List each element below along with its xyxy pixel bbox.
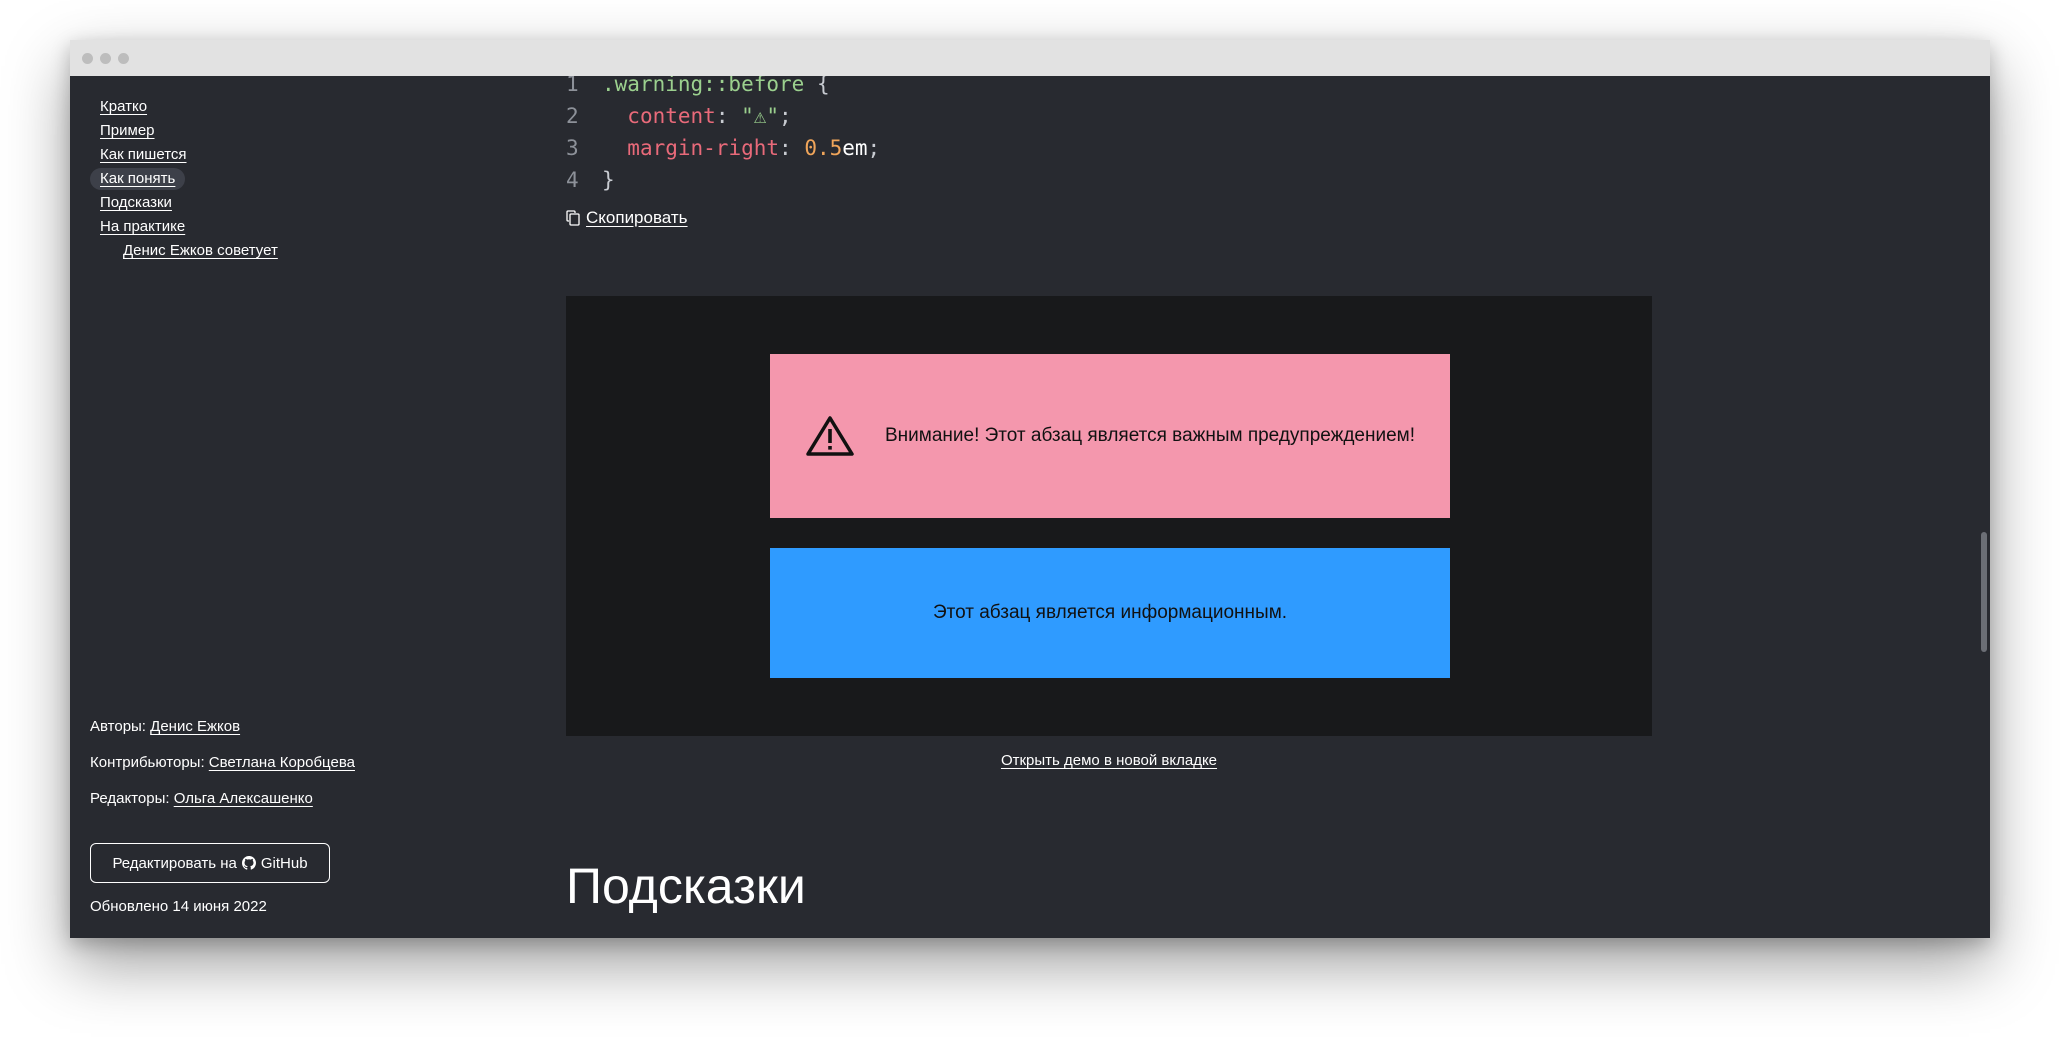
- code-property: content: [627, 104, 716, 128]
- code-brace: {: [804, 76, 830, 96]
- scrollbar-thumb[interactable]: [1981, 532, 1987, 652]
- window-minimize-dot[interactable]: [100, 53, 111, 64]
- code-semicolon: ;: [867, 136, 881, 160]
- browser-window: Кратко Пример Как пишется Как понять Под…: [70, 40, 1990, 938]
- updated-date: Обновлено 14 июня 2022: [90, 898, 267, 915]
- warning-text: Внимание! Этот абзац является важным пре…: [884, 425, 1416, 446]
- section-title: Подсказки: [566, 858, 806, 914]
- editor-link[interactable]: Ольга Алексашенко: [174, 790, 313, 807]
- scrollbar[interactable]: [1978, 76, 1990, 938]
- line-number: 1: [566, 76, 579, 96]
- toc-link-denis-sovetuet[interactable]: Денис Ежков советует: [113, 240, 288, 262]
- authors-line: Авторы: Денис Ежков: [90, 718, 240, 735]
- copy-icon: [566, 210, 580, 226]
- contributors-line: Контрибьюторы: Светлана Коробцева: [90, 754, 355, 771]
- table-of-contents: Кратко Пример Как пишется Как понять Под…: [90, 96, 288, 264]
- code-colon: :: [715, 104, 742, 128]
- editors-line: Редакторы: Ольга Алексашенко: [90, 790, 313, 807]
- warning-paragraph: Внимание! Этот абзац является важным пре…: [770, 354, 1450, 518]
- toc-link-kak-pishetsya[interactable]: Как пишется: [90, 144, 197, 166]
- toc-item: Подсказки: [90, 192, 288, 216]
- code-number: 0.5: [804, 136, 843, 160]
- toc-item: На практике: [90, 216, 288, 240]
- github-icon: [241, 856, 256, 870]
- line-number: 4: [566, 168, 579, 192]
- toc-link-kak-ponyat[interactable]: Как понять: [90, 168, 186, 190]
- copy-label: Скопировать: [586, 208, 688, 227]
- toc-link-primer[interactable]: Пример: [90, 120, 165, 142]
- info-paragraph: Этот абзац является информационным.: [770, 548, 1450, 678]
- window-titlebar: [70, 40, 1990, 76]
- open-demo-link[interactable]: Открыть демо в новой вкладке: [566, 752, 1652, 769]
- toc-subitem: Денис Ежков советует: [90, 240, 288, 264]
- code-line: 4}: [566, 164, 880, 196]
- code-semicolon: ;: [779, 104, 792, 128]
- toc-link-kratko[interactable]: Кратко: [90, 96, 157, 118]
- copy-code-button[interactable]: Скопировать: [566, 208, 688, 228]
- window-close-dot[interactable]: [82, 53, 93, 64]
- code-colon: :: [779, 136, 805, 160]
- page-content: Кратко Пример Как пишется Как понять Под…: [70, 76, 1990, 938]
- code-unit: em: [842, 136, 868, 160]
- author-link[interactable]: Денис Ежков: [150, 718, 240, 735]
- code-property: margin-right: [627, 136, 780, 160]
- toc-link-na-praktike[interactable]: На практике: [90, 216, 195, 238]
- toc-item: Как пишется: [90, 144, 288, 168]
- info-text: Этот абзац является информационным.: [932, 602, 1288, 623]
- toc-item: Кратко: [90, 96, 288, 120]
- code-brace: }: [602, 168, 615, 192]
- toc-item: Как понять: [90, 168, 288, 192]
- contributors-label: Контрибьюторы:: [90, 754, 205, 771]
- code-line: 3 margin-right: 0.5em;: [566, 132, 880, 164]
- edit-on-github-button[interactable]: Редактировать на GitHub: [90, 843, 330, 883]
- line-number: 2: [566, 104, 579, 128]
- toc-link-podskazki[interactable]: Подсказки: [90, 192, 182, 214]
- code-selector: .warning::before: [602, 76, 805, 96]
- line-number: 3: [566, 136, 579, 160]
- authors-label: Авторы:: [90, 718, 146, 735]
- warning-icon: [806, 416, 854, 456]
- code-string: "⚠": [741, 104, 780, 128]
- edit-button-service: GitHub: [260, 854, 308, 872]
- window-zoom-dot[interactable]: [118, 53, 129, 64]
- demo-frame: Внимание! Этот абзац является важным пре…: [566, 296, 1652, 736]
- editors-label: Редакторы:: [90, 790, 170, 807]
- toc-item: Пример: [90, 120, 288, 144]
- code-line: 1 .warning::before {: [566, 76, 880, 100]
- code-block: 1 .warning::before { 2 content: "⚠"; 3 ma…: [566, 76, 880, 196]
- edit-button-label: Редактировать на: [112, 854, 237, 872]
- contributor-link[interactable]: Светлана Коробцева: [209, 754, 355, 771]
- code-line: 2 content: "⚠";: [566, 100, 880, 132]
